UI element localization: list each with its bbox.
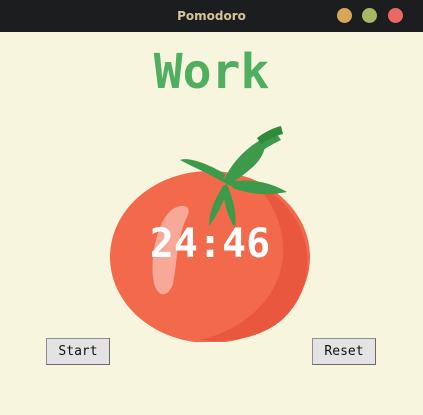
start-button[interactable]: Start <box>46 338 110 365</box>
app-window: Pomodoro Work 24:46 Start Reset <box>0 0 423 415</box>
countdown-timer: 24:46 <box>149 221 271 267</box>
reset-button[interactable]: Reset <box>312 338 376 365</box>
minimize-button[interactable] <box>337 8 352 23</box>
maximize-button[interactable] <box>362 8 377 23</box>
window-title: Pomodoro <box>177 9 246 23</box>
title-bar[interactable]: Pomodoro <box>0 0 423 32</box>
mode-heading: Work <box>153 44 270 100</box>
main-content: Work 24:46 Start Reset <box>0 32 423 415</box>
close-button[interactable] <box>388 8 403 23</box>
